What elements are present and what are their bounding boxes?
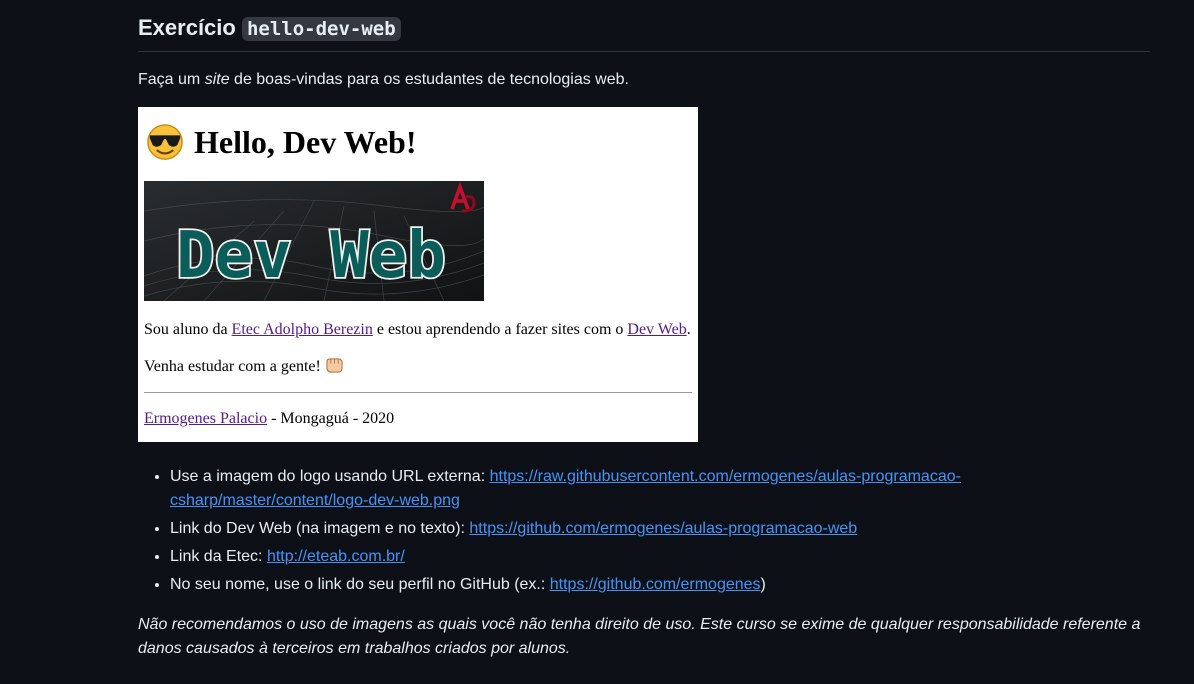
list-item-text: No seu nome, use o link do seu perfil no…	[170, 576, 550, 593]
preview-footer: Ermogenes Palacio - Mongaguá - 2020	[144, 409, 394, 429]
heading-prefix: Exercício	[138, 15, 236, 40]
invite-text: Venha estudar com a gente!	[144, 358, 321, 375]
dev-web-repo-link[interactable]: https://github.com/ermogenes/aulas-progr…	[469, 520, 857, 537]
list-item: Link da Etec: http://eteab.com.br/	[170, 545, 1010, 569]
list-item-after: )	[760, 576, 766, 593]
logo-text: Dev Web	[176, 219, 446, 293]
intro-em: site	[204, 71, 230, 88]
etec-site-link[interactable]: http://eteab.com.br/	[267, 548, 405, 565]
list-item-text: Use a imagem do logo usando URL externa:	[170, 468, 490, 485]
dev-web-logo-image[interactable]: Dev Web	[144, 181, 484, 301]
preview-screenshot: Hello, Dev Web! Dev Web Sou aluno da Ete…	[138, 107, 698, 442]
intro-after: de boas-vindas para os estudantes de tec…	[229, 71, 629, 88]
list-item: Link do Dev Web (na imagem e no texto): …	[170, 517, 1010, 541]
intro-paragraph: Faça um site de boas-vindas para os estu…	[138, 68, 629, 92]
about-before: Sou aluno da	[144, 321, 232, 338]
list-item: Use a imagem do logo usando URL externa:…	[170, 465, 1010, 513]
intro-before: Faça um	[138, 71, 205, 88]
disclaimer-note: Não recomendamos o uso de imagens as qua…	[138, 616, 1141, 657]
smiling-face-with-sunglasses-icon	[147, 124, 183, 160]
preview-invite-paragraph: Venha estudar com a gente!	[144, 357, 344, 377]
list-item-text: Link da Etec:	[170, 548, 267, 565]
fist-bump-icon	[326, 358, 343, 373]
author-link[interactable]: Ermogenes Palacio	[144, 410, 267, 427]
about-middle: e estou aprendendo a fazer sites com o	[372, 321, 628, 338]
github-profile-link[interactable]: https://github.com/ermogenes	[550, 576, 761, 593]
preview-title: Hello, Dev Web!	[146, 123, 417, 161]
list-item-text: Link do Dev Web (na imagem e no texto):	[170, 520, 470, 537]
dev-web-link[interactable]: Dev Web	[627, 321, 686, 338]
exercise-code: hello-dev-web	[241, 17, 401, 41]
exercise-heading: Exercício hello-dev-web	[138, 12, 1150, 52]
about-after: .	[686, 321, 691, 338]
requirements-list: Use a imagem do logo usando URL externa:…	[138, 465, 1010, 601]
preview-divider	[144, 392, 692, 393]
footer-text: - Mongaguá - 2020	[267, 410, 395, 427]
etec-link[interactable]: Etec Adolpho Berezin	[232, 321, 373, 338]
preview-about-paragraph: Sou aluno da Etec Adolpho Berezin e esto…	[144, 320, 691, 340]
list-item: No seu nome, use o link do seu perfil no…	[170, 573, 1010, 597]
preview-title-text: Hello, Dev Web!	[194, 123, 417, 160]
